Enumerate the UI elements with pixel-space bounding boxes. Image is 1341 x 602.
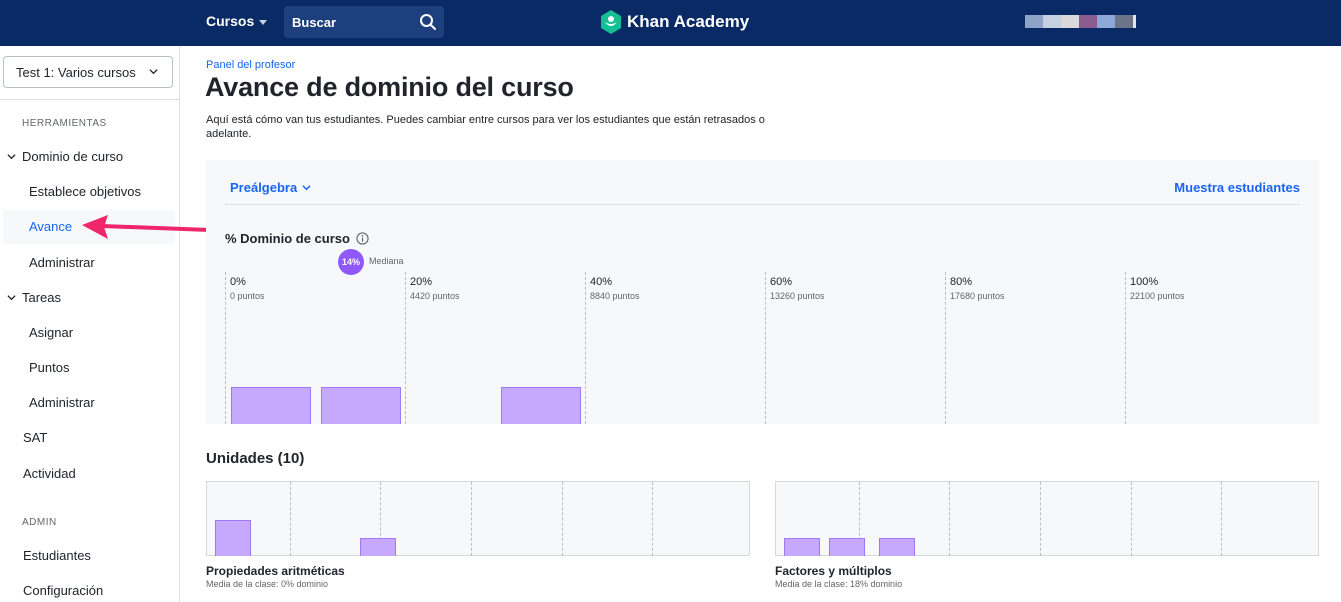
- chart-gridline: [945, 272, 946, 424]
- chart-gridline: [225, 272, 226, 424]
- histogram-bar[interactable]: [231, 387, 311, 424]
- unit-histogram-bar[interactable]: [784, 538, 820, 556]
- chart-gridline: [405, 272, 406, 424]
- annotation-arrow-icon: [82, 215, 212, 239]
- top-navigation-bar: Cursos Buscar Khan Academy: [0, 0, 1341, 46]
- courses-menu-button[interactable]: Cursos: [206, 13, 268, 29]
- sidebar-item-assign[interactable]: Asignar: [29, 325, 73, 340]
- caret-down-icon: [259, 19, 268, 25]
- sidebar-item-progress[interactable]: Avance: [29, 219, 72, 234]
- subject-selector[interactable]: Preálgebra: [230, 180, 311, 195]
- sidebar-item-label: Dominio de curso: [22, 149, 124, 164]
- unit-chart-gridline: [1040, 482, 1041, 556]
- tick-label-percent: 60%: [770, 276, 793, 288]
- tick-label-points: 17680 puntos: [950, 291, 1005, 301]
- tick-label-points: 0 puntos: [230, 291, 265, 301]
- unit-histogram-bar[interactable]: [879, 538, 915, 556]
- chart-gridline: [1125, 272, 1126, 424]
- tick-label-percent: 80%: [950, 276, 973, 288]
- sidebar-item-points[interactable]: Puntos: [29, 360, 69, 375]
- histogram-bar[interactable]: [501, 387, 581, 424]
- logo-text: Khan Academy: [627, 12, 750, 31]
- sidebar-item-manage-mastery[interactable]: Administrar: [29, 255, 95, 270]
- course-select-value: Test 1: Varios cursos: [16, 64, 136, 80]
- sidebar-item-set-goals[interactable]: Establece objetivos: [29, 184, 141, 199]
- subject-selector-label: Preálgebra: [230, 180, 298, 195]
- chevron-down-icon: [149, 69, 158, 75]
- tick-label-percent: 20%: [410, 276, 433, 288]
- mastery-chart-panel: Preálgebra Muestra estudiantes % Dominio…: [206, 160, 1319, 424]
- histogram-bar[interactable]: [321, 387, 401, 424]
- unit-name[interactable]: Factores y múltiplos: [775, 564, 892, 578]
- user-menu[interactable]: [1025, 15, 1136, 28]
- unit-chart-gridline: [562, 482, 563, 556]
- unit-chart-gridline: [471, 482, 472, 556]
- units-title: Unidades (10): [206, 450, 305, 467]
- show-students-link[interactable]: Muestra estudiantes: [1174, 180, 1300, 195]
- unit-average: Media de la clase: 0% dominio: [206, 579, 329, 589]
- chart-gridline: [585, 272, 586, 424]
- search-placeholder: Buscar: [292, 14, 337, 30]
- unit-histogram-bar[interactable]: [829, 538, 865, 556]
- sidebar-item-activity[interactable]: Actividad: [23, 466, 76, 481]
- sidebar-item-settings[interactable]: Configuración: [23, 583, 103, 598]
- tick-label-points: 22100 puntos: [1130, 291, 1185, 301]
- khan-academy-logo[interactable]: Khan Academy: [600, 10, 749, 34]
- sidebar-item-sat[interactable]: SAT: [23, 430, 47, 445]
- unit-average: Media de la clase: 18% dominio: [775, 579, 903, 589]
- median-label: Mediana: [369, 256, 404, 266]
- unit-histogram-bar[interactable]: [360, 538, 396, 556]
- tick-label-points: 13260 puntos: [770, 291, 825, 301]
- sidebar-divider: [0, 99, 180, 100]
- info-icon[interactable]: [356, 232, 369, 245]
- unit-chart-gridline: [949, 482, 950, 556]
- search-icon[interactable]: [419, 13, 437, 31]
- metric-label-text: % Dominio de curso: [225, 231, 350, 246]
- unit-card[interactable]: [775, 481, 1319, 556]
- sidebar-item-students[interactable]: Estudiantes: [23, 548, 91, 563]
- unit-chart-gridline: [290, 482, 291, 556]
- breadcrumb[interactable]: Panel del profesor: [206, 59, 295, 71]
- sidebar-item-course-mastery[interactable]: Dominio de curso: [7, 149, 123, 164]
- sidebar-item-label: Tareas: [22, 290, 62, 305]
- sidebar: Test 1: Varios cursos HERRAMIENTAS Domin…: [0, 46, 180, 602]
- unit-chart-gridline: [1131, 482, 1132, 556]
- unit-name[interactable]: Propiedades aritméticas: [206, 564, 345, 578]
- unit-chart-gridline: [1221, 482, 1222, 556]
- tick-label-points: 4420 puntos: [410, 291, 460, 301]
- sidebar-item-manage-assignments[interactable]: Administrar: [29, 395, 95, 410]
- khan-academy-hexagon-icon: [601, 10, 621, 34]
- admin-heading: ADMIN: [22, 517, 57, 528]
- tick-label-points: 8840 puntos: [590, 291, 640, 301]
- tick-label-percent: 40%: [590, 276, 613, 288]
- tools-heading: HERRAMIENTAS: [22, 118, 107, 129]
- tick-label-percent: 0%: [230, 276, 246, 288]
- chevron-down-icon: [7, 295, 16, 301]
- tick-label-percent: 100%: [1130, 276, 1159, 288]
- metric-label: % Dominio de curso: [225, 231, 369, 246]
- sidebar-item-assignments[interactable]: Tareas: [7, 290, 61, 305]
- chevron-down-icon: [7, 154, 16, 160]
- unit-histogram-bar[interactable]: [215, 520, 251, 556]
- unit-chart-gridline: [652, 482, 653, 556]
- page-description: Aquí está cómo van tus estudiantes. Pued…: [206, 114, 765, 140]
- courses-label: Cursos: [206, 13, 255, 29]
- chart-gridline: [765, 272, 766, 424]
- chevron-down-icon: [302, 185, 311, 191]
- page-title: Avance de dominio del curso: [205, 72, 574, 102]
- unit-card[interactable]: [206, 481, 750, 556]
- median-badge[interactable]: 14%: [338, 249, 364, 275]
- course-select[interactable]: Test 1: Varios cursos: [3, 56, 173, 88]
- search-input[interactable]: Buscar: [284, 6, 444, 38]
- panel-divider: [225, 204, 1300, 205]
